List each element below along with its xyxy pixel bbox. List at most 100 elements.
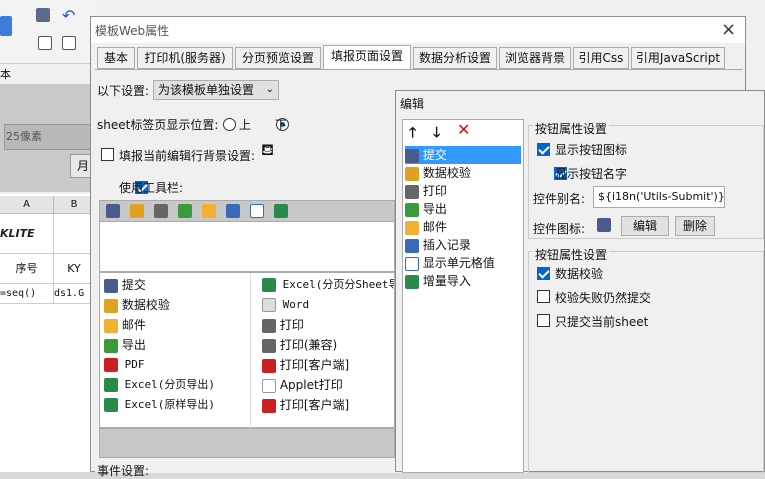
applet-icon [262, 378, 276, 393]
ribbon-label: 本 [0, 68, 11, 81]
px-label: 25像素 [6, 130, 42, 143]
list-item-insert[interactable]: 插入记录 [405, 236, 521, 254]
tool-pdf[interactable]: PDF [104, 355, 145, 375]
flash-print-icon [262, 358, 276, 373]
tool-word[interactable]: Word [262, 295, 309, 315]
tool-excel-original[interactable]: Excel(原样导出) [104, 395, 215, 415]
tab-fill-page[interactable]: 填报页面设置 [323, 45, 411, 70]
cell-logo[interactable]: KLITE [0, 214, 54, 254]
list-item-label: 打印 [422, 184, 447, 198]
arrow-down-icon[interactable]: 🡓 [433, 122, 440, 146]
alias-label: 控件别名: [533, 192, 586, 206]
print-icon [262, 338, 276, 353]
delete-icon[interactable]: ✕ [457, 120, 470, 139]
tab-data-analysis[interactable]: 数据分析设置 [413, 47, 497, 69]
save-icon [597, 218, 611, 232]
list-item-label: 数据校验 [422, 166, 471, 180]
list-item-incremental[interactable]: 增量导入 [405, 272, 521, 290]
alias-input[interactable]: ${i18n('Utils-Submit')} [593, 186, 725, 208]
layout-icon[interactable] [62, 36, 76, 50]
toolbar-blank-area [99, 222, 395, 272]
print-icon [405, 184, 419, 199]
column-header-b[interactable]: B [54, 196, 95, 214]
print-icon [262, 318, 276, 333]
tool-label: 打印 [279, 318, 304, 332]
pencil-icon [104, 298, 118, 313]
tool-excel-sheet[interactable]: Excel(分页分Sheet导出) [262, 275, 394, 295]
cell-header-ky[interactable]: KY [54, 254, 95, 284]
list-item-label: 提交 [422, 148, 447, 162]
dialog-titlebar: 模板Web属性 × [91, 17, 745, 43]
cell-seq[interactable]: =seq() [0, 284, 54, 304]
incremental-import-icon [405, 274, 419, 289]
tool-label: Excel(分页分Sheet导出) [282, 278, 394, 291]
toolbar-preview[interactable] [99, 200, 395, 222]
save-icon [106, 204, 120, 218]
tool-data-check[interactable]: 数据校验 [104, 295, 170, 315]
data-check-checkbox[interactable] [537, 267, 550, 280]
tool-export[interactable]: 导出 [104, 335, 146, 355]
cell-empty[interactable] [54, 214, 95, 254]
close-icon[interactable]: × [721, 19, 736, 40]
list-item-mail[interactable]: 邮件 [405, 218, 521, 236]
undo-icon[interactable]: ↶ [62, 6, 75, 25]
list-item-export[interactable]: 导出 [405, 200, 521, 218]
paint-bucket-icon[interactable]: ⛾ [261, 140, 274, 161]
insert-row-icon [226, 204, 240, 218]
tool-excel-page[interactable]: Excel(分页导出) [104, 375, 215, 395]
list-item-submit[interactable]: 提交 [405, 146, 521, 164]
arrow-up-icon[interactable]: 🡑 [409, 122, 416, 146]
tab-javascript[interactable]: 引用JavaScript [631, 47, 725, 69]
background-toolbar: ↶ [0, 0, 95, 64]
tool-label: 打印[客户端] [279, 358, 350, 372]
tool-submit[interactable]: 提交 [104, 275, 146, 295]
edit-icon-button[interactable]: 编辑 [621, 216, 669, 236]
tool-print-client[interactable]: 打印[客户端] [262, 355, 349, 375]
list-item-data-check[interactable]: 数据校验 [405, 164, 521, 182]
save-icon[interactable] [36, 8, 50, 22]
show-icon-checkbox[interactable] [537, 143, 550, 156]
dialog-title: 模板Web属性 [95, 24, 170, 38]
cell-ds[interactable]: ds1.G [54, 284, 95, 304]
radio-up[interactable] [223, 118, 236, 131]
fill-bg-label: 填报当前编辑行背景设置: [119, 149, 256, 163]
delete-icon-button[interactable]: 删除 [675, 216, 715, 236]
edit-window: 编辑 🡑 🡓 ✕ 提交 数据校验 打印 导出 邮件 插入记录 显示单元格值 增量… [395, 90, 765, 473]
column-header-a[interactable]: A [0, 196, 54, 214]
tab-page-preview[interactable]: 分页预览设置 [235, 47, 321, 69]
pdf-icon [104, 358, 118, 372]
setting-label: 以下设置: [97, 84, 150, 98]
event-label: 事件设置: [97, 464, 150, 478]
tool-mail[interactable]: 邮件 [104, 315, 146, 335]
button-attrs-group-2: 按钮属性设置 数据校验 校验失败仍然提交 只提交当前sheet [528, 246, 764, 473]
list-item-cell-value[interactable]: 显示单元格值 [405, 254, 521, 272]
tab-browser-bg[interactable]: 浏览器背景 [499, 47, 571, 69]
radio-up-label: 上 [239, 118, 252, 132]
setting-select[interactable]: 为该模板单独设置 ⌄ [153, 80, 279, 100]
radio-down-label: 下 [275, 118, 288, 132]
submit-fail-checkbox[interactable] [537, 290, 550, 303]
tool-print-client-2[interactable]: 打印[客户端] [262, 395, 349, 415]
mail-icon [405, 220, 419, 235]
submit-current-checkbox[interactable] [537, 314, 550, 327]
list-item-label: 邮件 [422, 220, 447, 234]
setting-select-value: 为该模板单独设置 [158, 83, 255, 97]
available-tools-list: 提交 数据校验 邮件 导出 PDF Excel(分页导出) Excel(原样导出… [99, 272, 395, 429]
tab-basic[interactable]: 基本 [97, 47, 135, 69]
list-item-print[interactable]: 打印 [405, 182, 521, 200]
tool-label: 提交 [121, 278, 146, 292]
tab-css[interactable]: 引用Css [573, 47, 629, 69]
fill-bg-checkbox[interactable] [101, 148, 114, 161]
tool-label: Excel(原样导出) [124, 398, 215, 411]
insert-row-icon [405, 238, 419, 253]
sheet-position-label: sheet标签页显示位置: [97, 118, 219, 132]
tool-applet-print[interactable]: Applet打印 [262, 375, 343, 395]
grid-icon[interactable] [38, 36, 52, 50]
background-ruler-area: 25像素 月 [0, 84, 96, 192]
tab-printer[interactable]: 打印机(服务器) [137, 47, 233, 69]
tool-print-compat[interactable]: 打印(兼容) [262, 335, 337, 355]
cell-header-seq[interactable]: 序号 [0, 254, 54, 284]
tool-label: PDF [124, 358, 145, 371]
chevron-down-icon: ⌄ [265, 84, 274, 95]
tool-print[interactable]: 打印 [262, 315, 304, 335]
